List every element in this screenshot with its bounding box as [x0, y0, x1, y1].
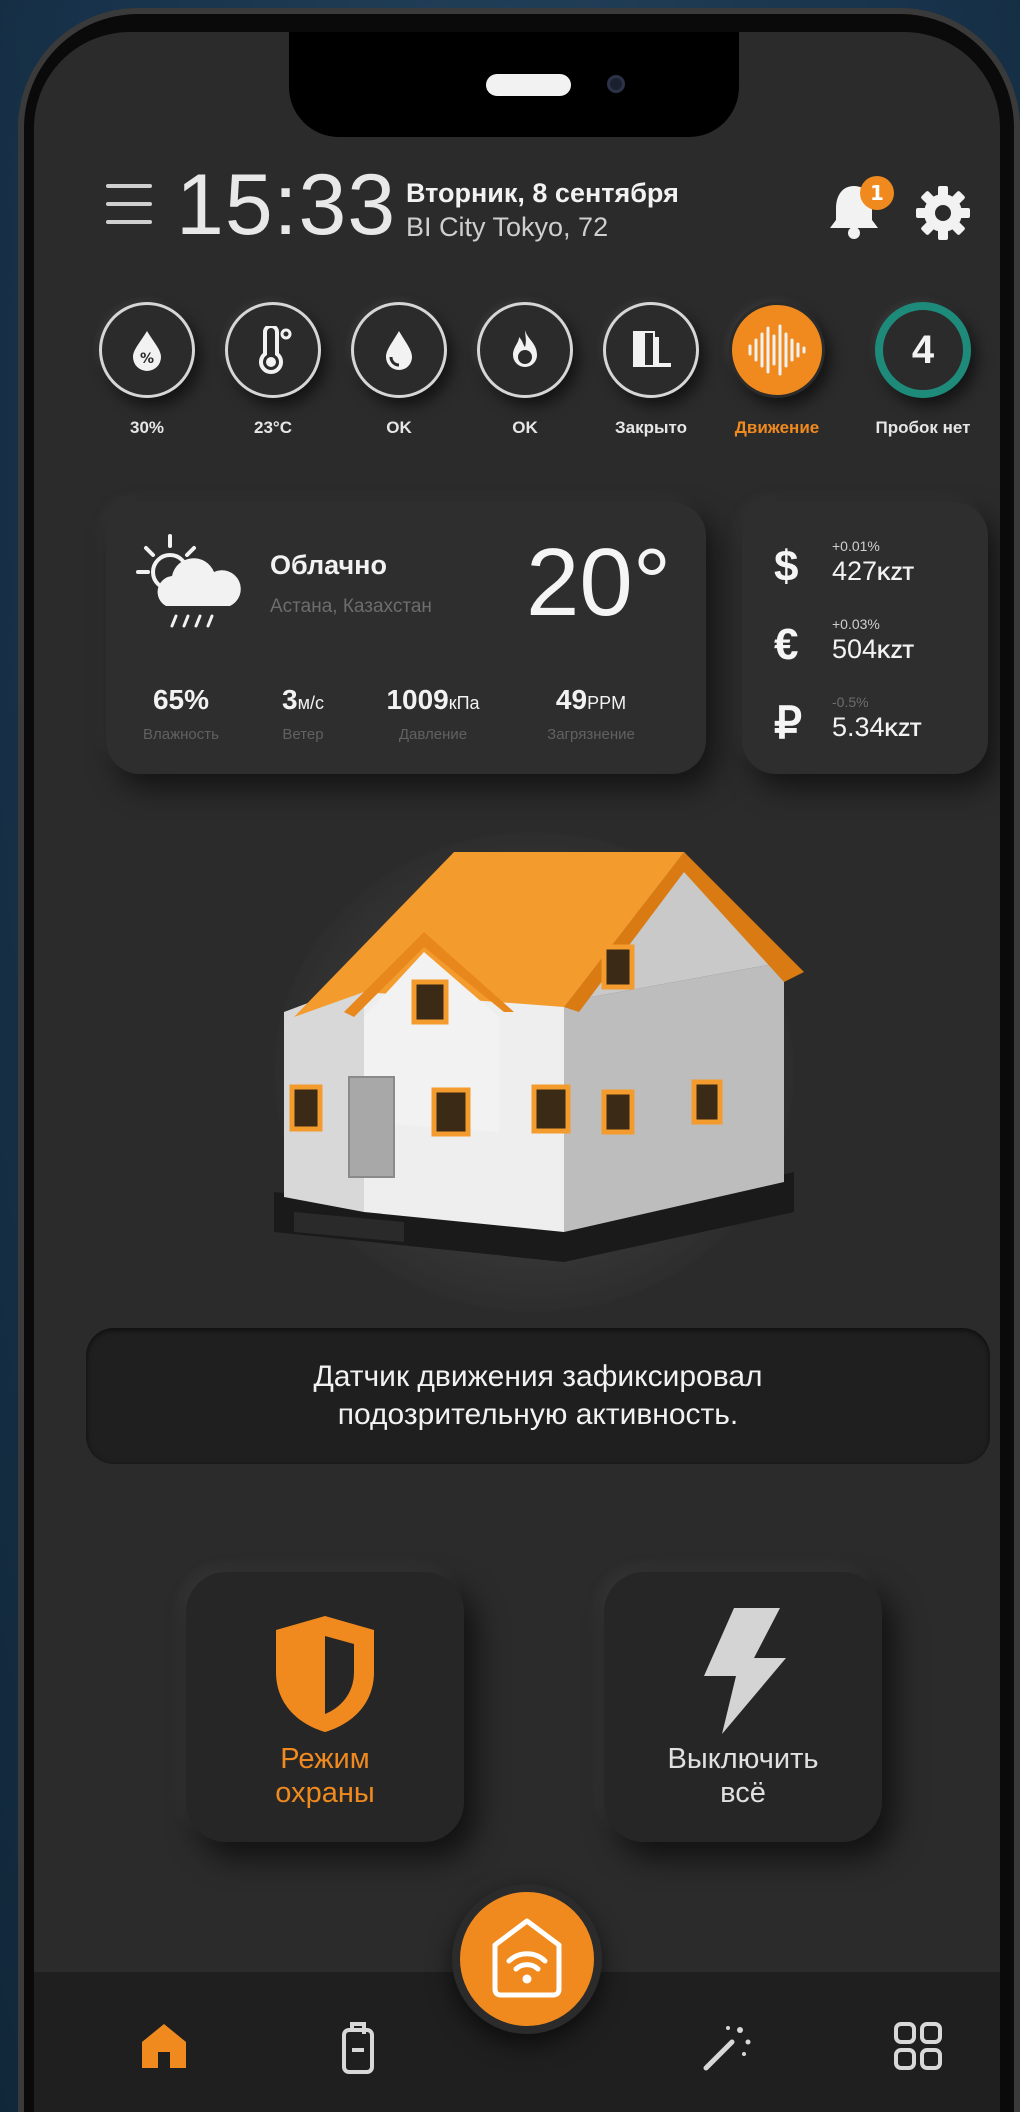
stat-label: Загрязнение: [547, 726, 635, 743]
stat-value: 49: [555, 684, 588, 715]
weather-city: Астана, Казахстан: [270, 596, 432, 617]
stat-value: 3: [282, 684, 298, 715]
stat-unit: PPM: [587, 693, 627, 713]
currency-value: 504: [832, 634, 878, 664]
front-camera: [607, 75, 625, 93]
dollar-icon: $: [774, 542, 799, 591]
water-leak-icon: [351, 302, 447, 398]
currency-row-usd: $ +0.01% 427KZT: [774, 536, 974, 596]
weather-card[interactable]: Облачно Астана, Казахстан 20° 65% Влажно…: [106, 502, 706, 774]
weather-temperature: 20°: [526, 529, 672, 636]
stat-wind: 3м/с Ветер: [248, 684, 358, 743]
currency-change: +0.03%: [832, 616, 880, 632]
ruble-icon: ₽: [774, 699, 802, 748]
currency-value: 5.34: [832, 712, 885, 742]
sensor-label: OK: [512, 418, 538, 437]
currency-unit: KZT: [877, 564, 914, 585]
currency-row-eur: € +0.03% 504KZT: [774, 614, 974, 674]
sensor-row: % 30% 23°C OK OK Закрыто Движение 4 Проб…: [92, 302, 992, 472]
currency-change: +0.01%: [832, 538, 880, 554]
alert-banner[interactable]: Датчик движения зафиксировал подозритель…: [86, 1328, 990, 1464]
svg-text:%: %: [140, 351, 154, 367]
header: 15:33 Вторник, 8 сентября BI City Tokyo,…: [106, 157, 986, 260]
alert-line-1: Датчик движения зафиксировал: [313, 1360, 763, 1393]
date-label: Вторник, 8 сентября: [406, 178, 679, 208]
sensor-fire[interactable]: OK: [470, 302, 580, 438]
alert-line-2: подозрительную активность.: [337, 1398, 739, 1431]
partly-cloudy-rain-icon: [132, 532, 252, 636]
speaker: [486, 74, 571, 96]
house-image: [274, 852, 804, 1262]
sensor-traffic[interactable]: 4 Пробок нет: [868, 302, 978, 438]
sensor-leak[interactable]: OK: [344, 302, 454, 438]
currency-change: -0.5%: [832, 694, 869, 710]
sensor-label: 30%: [129, 418, 165, 437]
currency-unit: KZT: [884, 720, 922, 741]
house-illustration[interactable]: [234, 812, 834, 1332]
stat-value: 1009: [386, 684, 449, 715]
traffic-score-icon: 4: [875, 302, 971, 398]
lightning-icon: [696, 1606, 790, 1740]
sensor-label: OK: [386, 418, 412, 437]
stat-pressure: 1009кПа Давление: [368, 684, 498, 743]
sensor-label: Движение: [734, 418, 820, 437]
weather-condition: Облачно: [270, 550, 387, 580]
smart-home-wifi-button[interactable]: [452, 1884, 602, 2034]
grid-icon[interactable]: [892, 2020, 948, 2076]
security-mode-button[interactable]: Режим охраны: [186, 1572, 464, 1842]
security-label-1: Режим: [280, 1743, 370, 1775]
motion-wave-icon: [729, 302, 825, 398]
stat-humidity: 65% Влажность: [116, 684, 246, 743]
power-label-1: Выключить: [667, 1743, 819, 1775]
gear-icon[interactable]: [914, 184, 974, 244]
currency-card[interactable]: $ +0.01% 427KZT € +0.03% 504KZT ₽ -0.5% …: [742, 502, 988, 774]
sensor-label: Закрыто: [614, 418, 687, 437]
home-icon[interactable]: [138, 2020, 194, 2076]
stat-unit: м/с: [297, 693, 324, 713]
stat-label: Влажность: [143, 726, 219, 743]
thermometer-icon: [225, 302, 321, 398]
sensor-humidity[interactable]: % 30%: [92, 302, 202, 438]
currency-unit: KZT: [877, 642, 914, 663]
shield-icon: [266, 1612, 384, 1740]
humidity-drop-icon: %: [99, 302, 195, 398]
sensor-door[interactable]: Закрыто: [596, 302, 706, 438]
fire-icon: [477, 302, 573, 398]
stat-unit: кПа: [448, 693, 480, 713]
sensor-label: 23°C: [254, 418, 292, 437]
currency-value: 427: [832, 556, 878, 586]
magic-wand-icon[interactable]: [698, 2020, 754, 2076]
traffic-score-value: 4: [911, 327, 935, 372]
bell-icon[interactable]: 1: [826, 176, 894, 244]
smart-home-wifi-icon: [487, 1915, 567, 2003]
sensor-label: Пробок нет: [875, 418, 971, 437]
stat-pollution: 49PPM Загрязнение: [526, 684, 656, 743]
security-label-2: охраны: [275, 1777, 375, 1809]
clock-time: 15:33: [176, 157, 397, 253]
sensor-temperature[interactable]: 23°C: [218, 302, 328, 438]
address-label: BI City Tokyo, 72: [406, 212, 609, 242]
stat-value: 65%: [152, 684, 210, 715]
key-card-icon[interactable]: [334, 2020, 390, 2076]
power-label-2: всё: [720, 1777, 766, 1809]
menu-icon[interactable]: [106, 184, 152, 232]
notch: [289, 32, 739, 137]
euro-icon: €: [774, 620, 799, 669]
door-icon: [603, 302, 699, 398]
notification-badge: 1: [860, 176, 894, 210]
sensor-motion[interactable]: Движение: [722, 302, 832, 438]
stat-label: Ветер: [282, 726, 324, 743]
power-off-all-button[interactable]: Выключить всё: [604, 1572, 882, 1842]
app-screen: 15:33 Вторник, 8 сентября BI City Tokyo,…: [34, 32, 1000, 2112]
currency-row-rub: ₽ -0.5% 5.34KZT: [774, 692, 974, 752]
stat-label: Давление: [398, 726, 468, 743]
